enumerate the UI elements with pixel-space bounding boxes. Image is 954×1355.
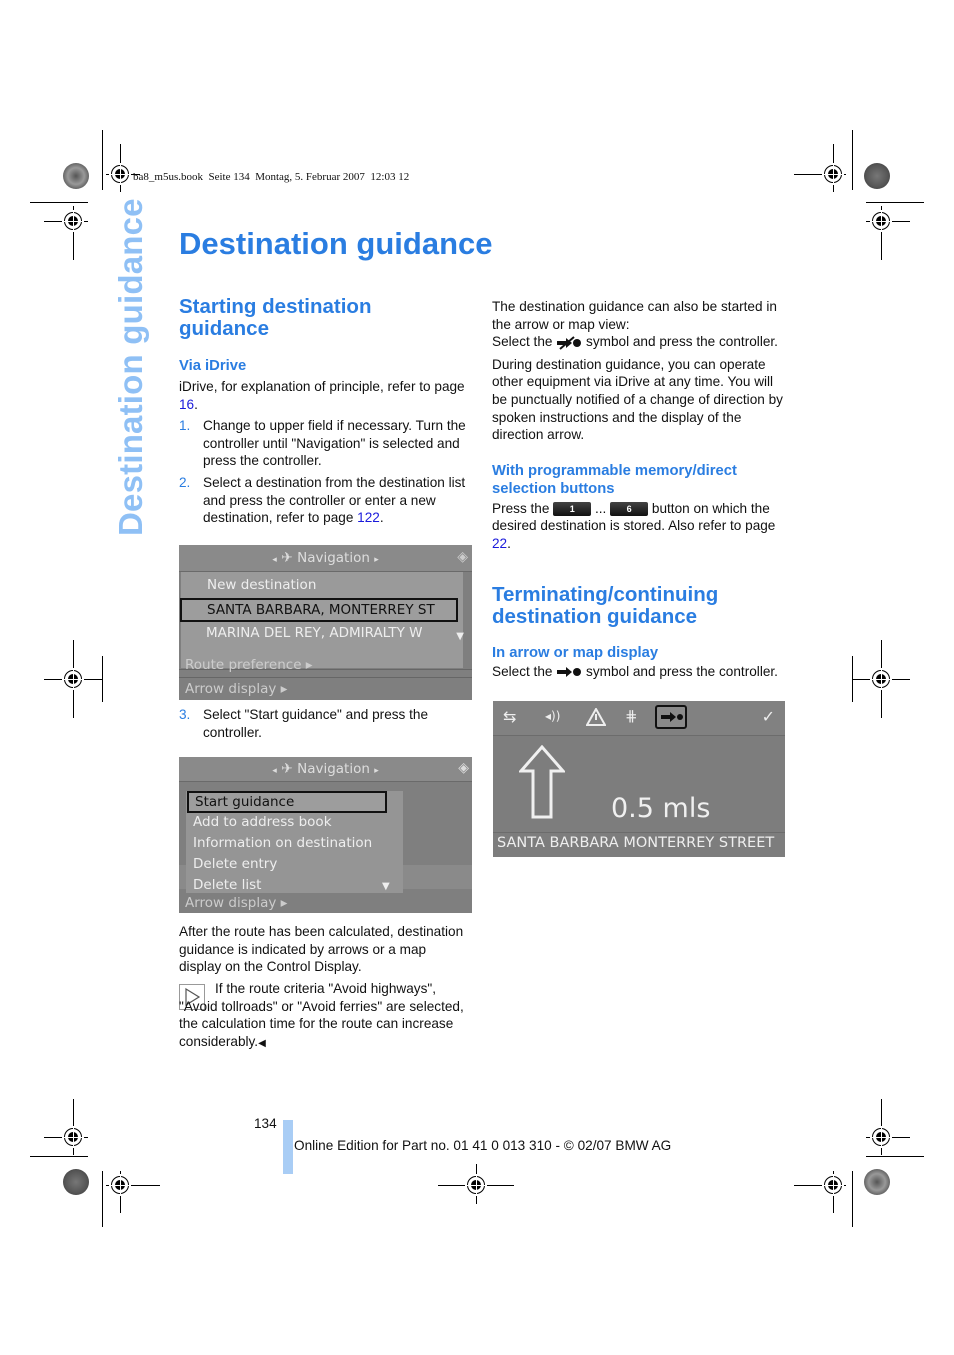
scroll-down-icon: ▼	[456, 631, 464, 642]
page-link-22[interactable]: 22	[492, 536, 507, 551]
idrive-screen-destination-list: ◂ ✈ Navigation ▸ ◈ New destination SANTA…	[179, 545, 472, 700]
controller-icon: ◈	[457, 549, 468, 565]
page-link-16[interactable]: 16	[179, 397, 194, 412]
list-item-selected: Start guidance	[187, 791, 387, 813]
registration-mark-icon	[62, 1126, 84, 1148]
footer-edition: Online Edition for Part no. 01 41 0 013 …	[294, 1138, 672, 1153]
registration-mark-icon	[109, 1174, 131, 1196]
arrow-display-screen: ⇆ ◂)) ⋕ ✓ 0.5 mls SANTA BARBARA MONTERRE…	[493, 701, 785, 857]
direction-arrow-icon	[519, 745, 565, 819]
registration-mark-icon	[109, 163, 131, 185]
subsection-memory-buttons: With programmable memory/direct selectio…	[492, 462, 737, 497]
list-item: Delete list	[193, 877, 262, 893]
start-guidance-symbol-icon	[557, 335, 582, 350]
satellite-icon: ✈	[281, 761, 293, 777]
end-marker-icon: ◀	[258, 1037, 266, 1049]
list-item: Delete entry	[193, 856, 278, 872]
satellite-icon: ✈	[281, 550, 293, 566]
right-column: The destination guidance can also be sta…	[492, 298, 787, 680]
section-title-terminating: Terminating/continuing destination guida…	[492, 582, 719, 628]
paragraph-select-symbol: Select the symbol and press the controll…	[492, 334, 778, 350]
list-item: 3. Select "Start guidance" and press the…	[179, 707, 429, 740]
warning-icon	[586, 708, 606, 726]
registration-mark-icon	[870, 668, 892, 690]
footer-bar	[283, 1120, 293, 1174]
registration-mark-icon	[822, 163, 844, 185]
menu-arrow-display: Arrow display ▸	[185, 681, 288, 697]
print-header: ba8_m5us.book Seite 134 Montag, 5. Febru…	[133, 171, 410, 183]
registration-mark-icon	[870, 210, 892, 232]
registration-disc-icon	[63, 163, 89, 189]
registration-disc-icon	[63, 1169, 89, 1195]
guidance-button[interactable]	[655, 705, 687, 729]
memory-button-6[interactable]: 6	[610, 502, 649, 517]
registration-mark-icon	[822, 1174, 844, 1196]
after-route-paragraph: After the route has been calculated, des…	[179, 924, 464, 975]
registration-mark-icon	[62, 210, 84, 232]
back-icon: ⇆	[503, 707, 517, 726]
page-title: Destination guidance	[179, 226, 493, 261]
street-name: SANTA BARBARA MONTERREY STREET	[497, 835, 775, 851]
registration-mark-icon	[870, 1126, 892, 1148]
menu-route-preference: Route preference ▸	[185, 657, 313, 673]
intro-paragraph: iDrive, for explanation of principle, re…	[179, 379, 465, 412]
list-item: New destination	[207, 577, 317, 593]
scroll-down-icon: ▼	[382, 881, 390, 892]
guidance-symbol-icon	[557, 666, 582, 677]
registration-disc-icon	[864, 1169, 890, 1195]
distance-readout: 0.5 mls	[611, 793, 711, 824]
list-item: Information on destination	[193, 835, 373, 851]
side-title: Destination guidance	[112, 198, 149, 536]
menu-arrow-display: Arrow display ▸	[185, 895, 288, 911]
check-icon: ✓	[761, 707, 775, 726]
list-item: Add to address book	[193, 814, 332, 830]
registration-mark-icon	[465, 1174, 487, 1196]
subsection-arrow-display: In arrow or map display	[492, 644, 659, 661]
list-item: 1. Change to upper field if necessary. T…	[179, 418, 466, 469]
paragraph-memory-buttons: Press the 1 ... 6 button on which the de…	[492, 500, 776, 551]
highway-icon: ⋕	[625, 707, 638, 725]
registration-mark-icon	[62, 668, 84, 690]
note-paragraph: If the route criteria "Avoid highways", …	[179, 981, 464, 1049]
guidance-symbol-icon	[661, 712, 683, 722]
screen-header: ◂ ✈ Navigation ▸	[179, 545, 472, 572]
paragraph-arrow-view: The destination guidance can also be sta…	[492, 299, 777, 332]
registration-disc-icon	[864, 163, 890, 189]
section-title-starting: Starting destination guidance	[179, 295, 372, 340]
volume-icon: ◂))	[545, 709, 561, 723]
left-column: Starting destination guidance Via iDrive…	[179, 296, 471, 527]
screen-header: ◂ ✈ Navigation ▸	[179, 757, 472, 782]
paragraph-terminate-select: Select the symbol and press the controll…	[492, 663, 778, 679]
controller-icon: ◈	[458, 760, 469, 776]
page-link-122[interactable]: 122	[357, 510, 380, 525]
list-item: 2. Select a destination from the destina…	[179, 474, 466, 526]
idrive-screen-destination-menu: ◂ ✈ Navigation ▸ ◈ Start guidance Add to…	[179, 757, 472, 913]
memory-button-1[interactable]: 1	[553, 502, 592, 517]
paragraph-during-guidance: During destination guidance, you can ope…	[492, 356, 783, 443]
list-item: MARINA DEL REY, ADMIRALTY W	[206, 625, 423, 641]
list-item-selected: SANTA BARBARA, MONTERREY ST	[180, 598, 458, 622]
subsection-via-idrive: Via iDrive	[179, 358, 247, 374]
page-number: 134	[254, 1116, 277, 1131]
